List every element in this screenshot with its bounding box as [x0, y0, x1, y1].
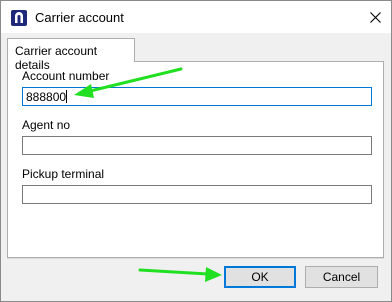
tab-label: Carrier account details	[15, 44, 98, 72]
cancel-button[interactable]: Cancel	[305, 266, 378, 288]
pickup-terminal-label: Pickup terminal	[22, 167, 105, 181]
account-number-input[interactable]	[22, 87, 372, 106]
carrier-account-dialog: Carrier account Carrier account details …	[0, 0, 392, 302]
carrier-app-icon	[11, 10, 27, 26]
title-bar: Carrier account	[1, 1, 391, 33]
tab-carrier-account-details[interactable]: Carrier account details	[7, 38, 135, 72]
close-icon	[369, 11, 381, 23]
agent-no-label: Agent no	[22, 118, 71, 132]
text-caret	[66, 90, 67, 103]
close-button[interactable]	[359, 1, 391, 33]
footer-divider	[7, 258, 384, 259]
window-title: Carrier account	[35, 10, 124, 25]
pickup-terminal-input[interactable]	[22, 185, 372, 204]
tab-panel: Account number Agent no Pickup terminal	[7, 61, 384, 258]
ok-button[interactable]: OK	[224, 266, 296, 288]
agent-no-input[interactable]	[22, 136, 372, 155]
